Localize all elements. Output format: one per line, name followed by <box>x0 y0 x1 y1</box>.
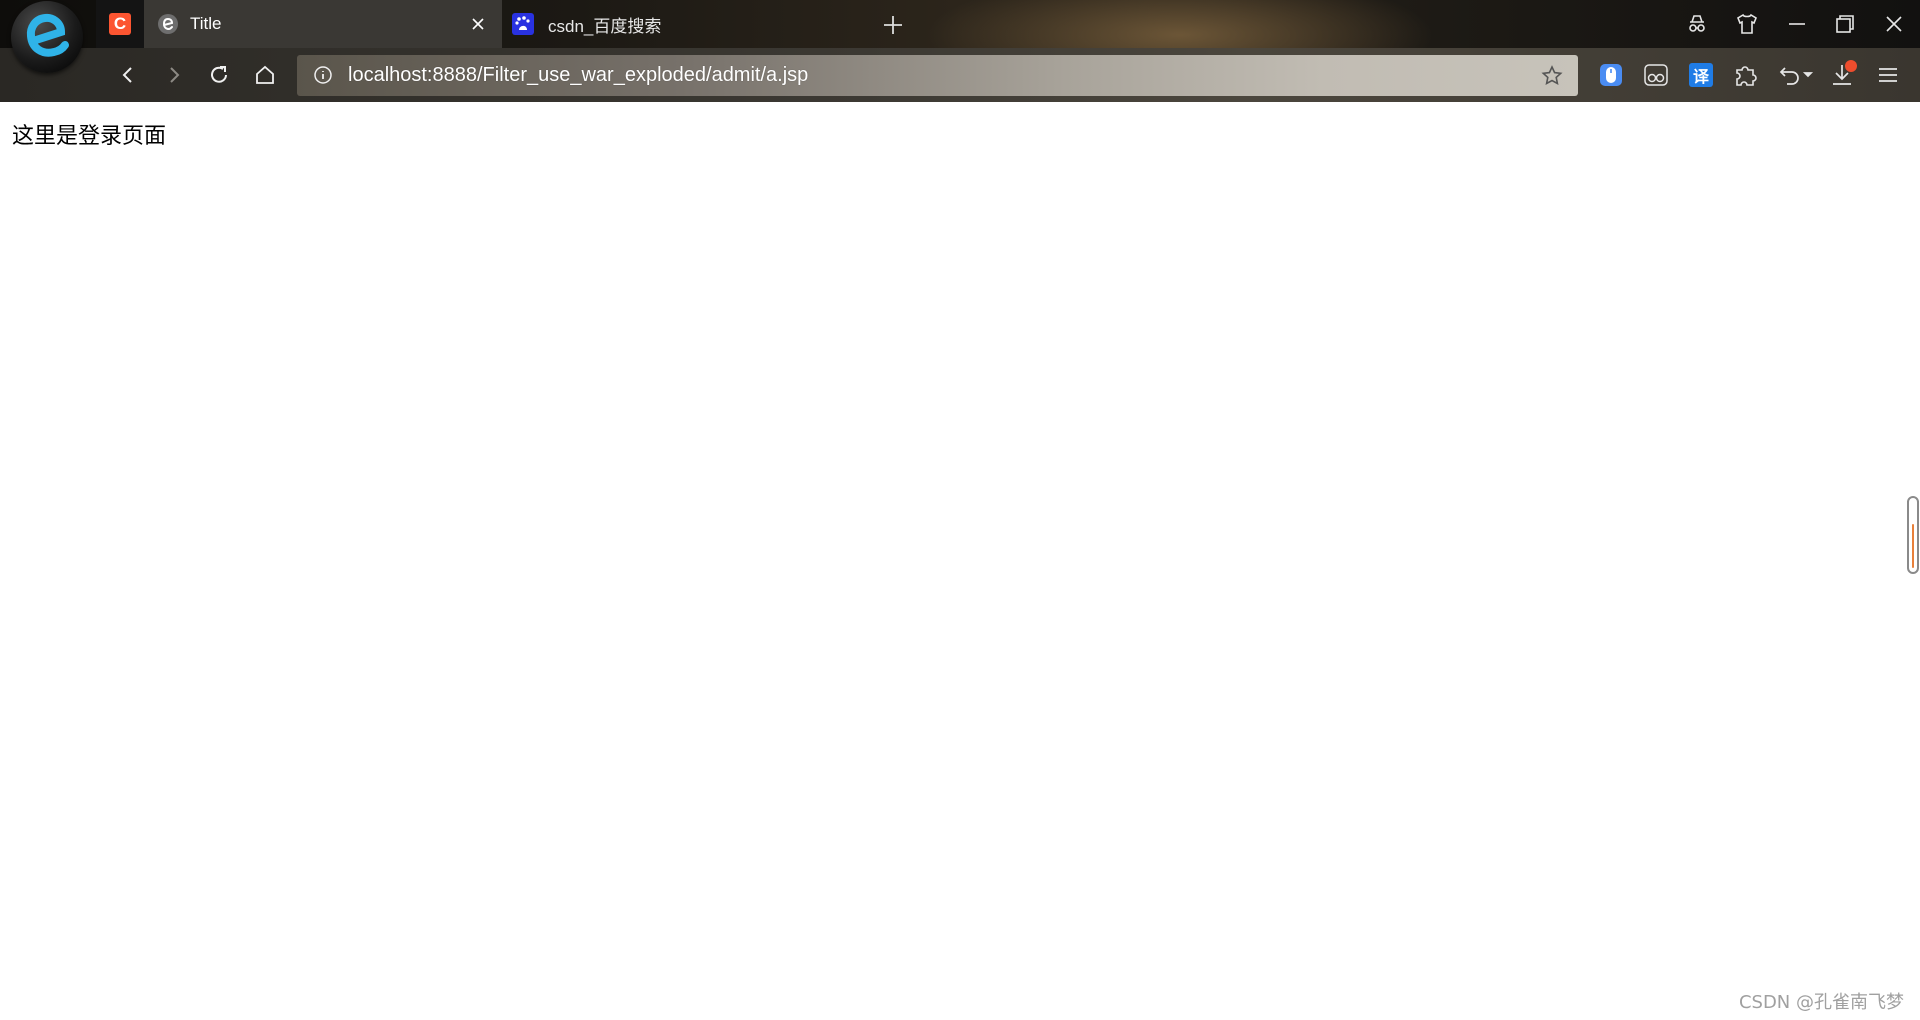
tab-label: csdn_百度搜索 <box>548 16 662 36</box>
bookmark-star-icon[interactable] <box>1540 64 1564 88</box>
mouse-extension-icon[interactable] <box>1597 61 1625 89</box>
menu-icon[interactable] <box>1874 61 1902 89</box>
minimize-icon[interactable] <box>1784 11 1810 37</box>
tab-close-icon[interactable] <box>466 12 490 36</box>
tab-title[interactable]: Title <box>144 0 502 48</box>
scroll-handle-indicator <box>1912 524 1914 568</box>
page-heading-text: 这里是登录页面 <box>12 124 167 149</box>
glasses-extension-icon[interactable] <box>1642 61 1670 89</box>
csdn-icon: C <box>109 13 131 35</box>
restore-icon[interactable] <box>1832 11 1858 37</box>
forward-icon[interactable] <box>160 61 188 89</box>
translate-icon[interactable]: 译 <box>1687 61 1715 89</box>
browser-chrome: C Title csdn_百度搜索 localhost:8888/Filter_… <box>0 0 1920 102</box>
back-icon[interactable] <box>114 61 142 89</box>
baidu-favicon-icon <box>512 13 534 35</box>
puzzle-extension-icon[interactable] <box>1732 61 1760 89</box>
home-icon[interactable] <box>251 61 279 89</box>
undo-icon[interactable] <box>1776 61 1816 89</box>
address-bar[interactable]: localhost:8888/Filter_use_war_exploded/a… <box>297 55 1578 96</box>
pinned-tab-csdn[interactable]: C <box>96 0 144 48</box>
watermark: CSDN @孔雀南飞梦 <box>1738 992 1904 1013</box>
tab-label: Title <box>190 14 222 33</box>
translate-label: 译 <box>1689 63 1713 87</box>
e-favicon-icon <box>158 14 178 34</box>
browser-logo-e-icon[interactable] <box>11 1 83 73</box>
tab-strip: C Title csdn_百度搜索 <box>0 0 1920 73</box>
reload-icon[interactable] <box>205 61 233 89</box>
site-info-icon[interactable] <box>313 65 333 85</box>
page-content: 这里是登录页面 CSDN @孔雀南飞梦 <box>0 102 1920 1020</box>
url-text[interactable]: localhost:8888/Filter_use_war_exploded/a… <box>348 64 808 87</box>
shirt-skin-icon[interactable] <box>1734 11 1760 37</box>
scroll-handle[interactable] <box>1907 496 1919 574</box>
tab-csdn-baidu[interactable]: csdn_百度搜索 <box>502 0 872 48</box>
plus-icon[interactable] <box>880 12 906 38</box>
incognito-icon[interactable] <box>1684 11 1710 37</box>
close-icon[interactable] <box>1881 11 1907 37</box>
download-badge <box>1845 60 1857 72</box>
navigation-toolbar: localhost:8888/Filter_use_war_exploded/a… <box>0 48 1920 102</box>
